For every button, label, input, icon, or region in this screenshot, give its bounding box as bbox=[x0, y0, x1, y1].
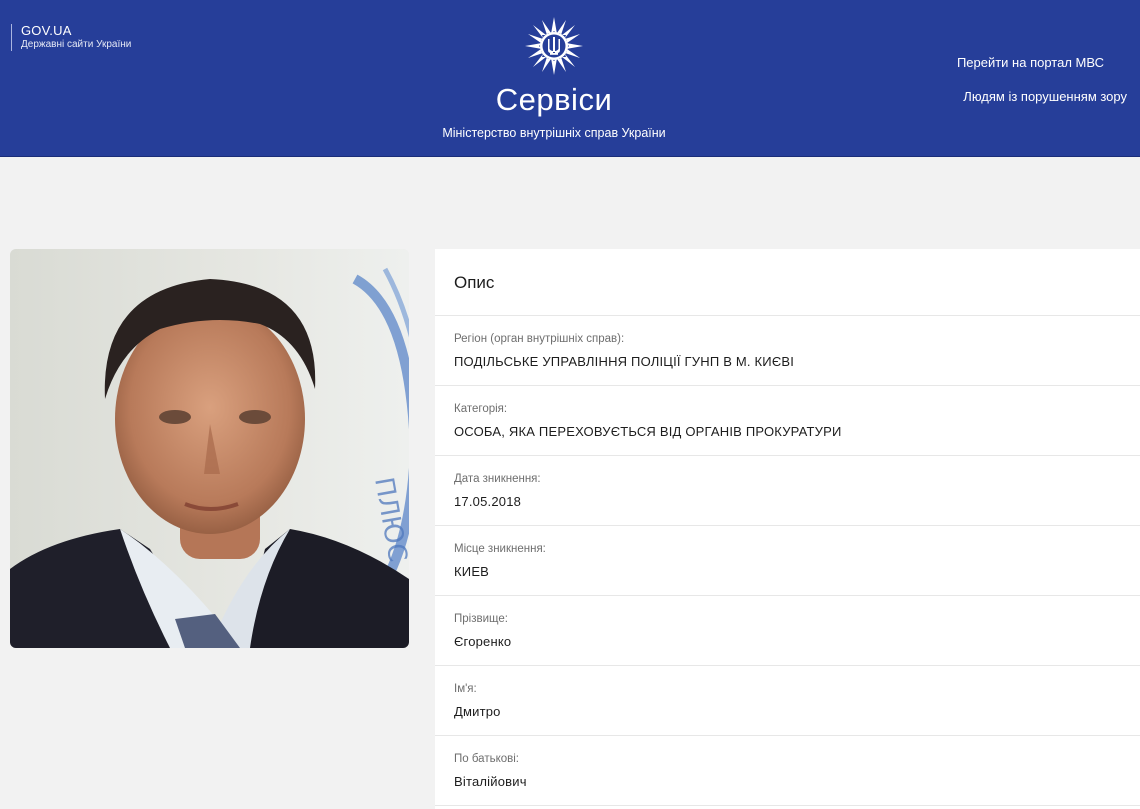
field-value: Віталійович bbox=[454, 774, 527, 789]
field-value: ПОДІЛЬСЬКЕ УПРАВЛІННЯ ПОЛІЦІЇ ГУНП В М. … bbox=[454, 354, 795, 369]
gov-ua-subtitle: Державні сайти України bbox=[21, 39, 132, 50]
field-region: Регіон (орган внутрішніх справ): ПОДІЛЬС… bbox=[435, 316, 1140, 386]
field-value: Дмитро bbox=[454, 704, 501, 719]
field-date: Дата зникнення: 17.05.2018 bbox=[435, 456, 1140, 526]
field-label: По батькові: bbox=[454, 753, 519, 765]
field-patronymic: По батькові: Віталійович bbox=[435, 736, 1140, 806]
field-surname: Прізвище: Єгоренко bbox=[435, 596, 1140, 666]
gov-ua-link[interactable]: GOV.UA bbox=[21, 24, 131, 38]
site-subtitle: Міністерство внутрішніх справ України bbox=[442, 126, 666, 140]
field-label: Місце зникнення: bbox=[454, 543, 546, 555]
portal-link[interactable]: Перейти на портал МВС bbox=[957, 55, 1104, 71]
field-value: 17.05.2018 bbox=[454, 494, 522, 509]
field-category: Категорія: ОСОБА, ЯКА ПЕРЕХОВУЄТЬСЯ ВІД … bbox=[435, 386, 1140, 456]
field-value: КИЕВ bbox=[454, 564, 490, 579]
description-title: Опис bbox=[435, 249, 1140, 316]
police-star-trident-icon[interactable] bbox=[524, 16, 584, 76]
site-title: Сервіси bbox=[495, 82, 613, 117]
field-value: ОСОБА, ЯКА ПЕРЕХОВУЄТЬСЯ ВІД ОРГАНІВ ПРО… bbox=[454, 424, 842, 439]
field-place: Місце зникнення: КИЕВ bbox=[435, 526, 1140, 596]
field-label: Прізвище: bbox=[454, 613, 508, 625]
person-photo-image: ПЛЮС bbox=[10, 249, 409, 648]
description-card: Опис Регіон (орган внутрішніх справ): ПО… bbox=[435, 249, 1140, 809]
accessibility-link[interactable]: Людям із порушенням зору bbox=[963, 89, 1127, 105]
field-value: Єгоренко bbox=[454, 634, 512, 649]
field-label: Дата зникнення: bbox=[454, 473, 541, 485]
field-name: Ім'я: Дмитро bbox=[435, 666, 1140, 736]
gov-ua-block: GOV.UA Державні сайти України bbox=[11, 24, 131, 51]
field-label: Категорія: bbox=[454, 403, 508, 415]
field-label: Регіон (орган внутрішніх справ): bbox=[454, 333, 625, 345]
field-label: Ім'я: bbox=[454, 683, 477, 695]
site-header: GOV.UA Державні сайти України Сервіси Мі… bbox=[0, 0, 1140, 157]
person-photo: ПЛЮС bbox=[10, 249, 409, 648]
emblem-svg bbox=[525, 17, 583, 75]
